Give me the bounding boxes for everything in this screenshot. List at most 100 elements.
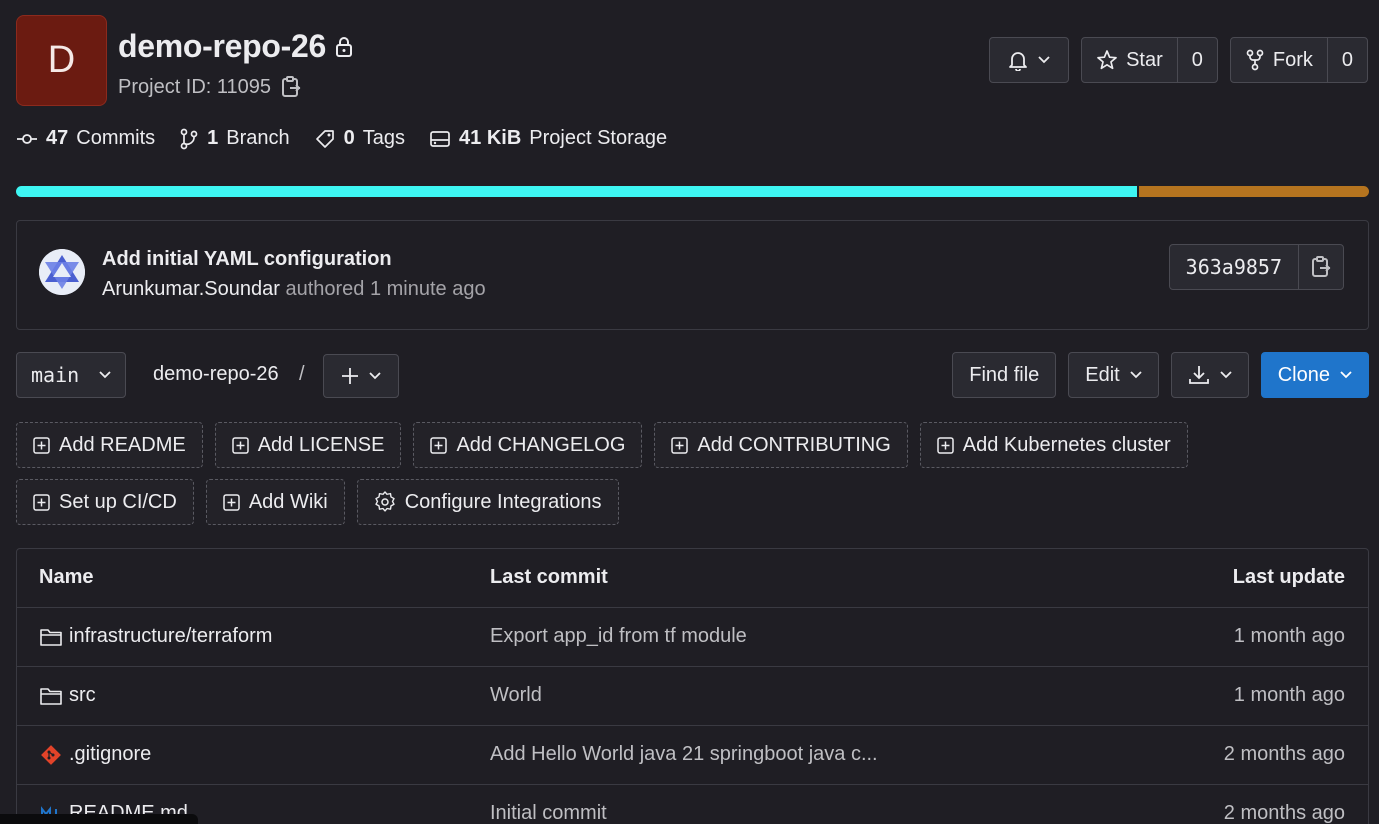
stat-tags-label: Tags: [362, 127, 406, 149]
file-last-commit[interactable]: Export app_id from tf module: [490, 625, 747, 648]
clone-label: Clone: [1277, 363, 1330, 386]
breadcrumb-repo[interactable]: demo-repo-26: [153, 363, 279, 386]
stat-commits[interactable]: 47 Commits: [16, 127, 155, 150]
add-license-button[interactable]: Add LICENSE: [214, 422, 402, 468]
star-label: Star: [1126, 48, 1163, 71]
plus-square-icon: [33, 493, 50, 511]
project-title-row: demo-repo-26: [118, 28, 354, 65]
stat-tags[interactable]: 0 Tags: [314, 127, 405, 150]
file-tree-table: Name Last commit Last update infrastruct…: [16, 548, 1369, 824]
set-up-cicd-button[interactable]: Set up CI/CD: [16, 479, 194, 525]
stat-tags-count: 0: [343, 127, 355, 149]
fork-button-group: Fork 0: [1229, 37, 1368, 83]
star-button[interactable]: Star: [1082, 37, 1177, 83]
copy-sha-button[interactable]: [1298, 244, 1343, 290]
repository-toolbar: main demo-repo-26 / Find file Edit Clone: [16, 352, 1369, 398]
project-avatar-letter: D: [47, 39, 76, 81]
add-changelog-label: Add CHANGELOG: [456, 433, 626, 456]
configure-integrations-label: Configure Integrations: [404, 490, 602, 513]
configure-integrations-button[interactable]: Configure Integrations: [356, 479, 619, 525]
chevron-down-icon: [1130, 371, 1142, 379]
add-license-label: Add LICENSE: [257, 433, 385, 456]
project-stats: 47 Commits 1 Branch 0 Tags 41 KiB Projec…: [16, 127, 667, 150]
find-file-label: Find file: [969, 363, 1040, 386]
fork-count[interactable]: 0: [1326, 37, 1367, 83]
toolbar-right-actions: Find file Edit Clone: [952, 352, 1369, 398]
branch-selector[interactable]: main: [16, 352, 126, 398]
file-name[interactable]: .gitignore: [69, 743, 151, 766]
add-contributing-button[interactable]: Add CONTRIBUTING: [654, 422, 908, 468]
plus-square-icon: [223, 493, 240, 511]
commit-sha[interactable]: 363a9857: [1170, 244, 1298, 290]
tag-icon: [314, 128, 336, 150]
star-button-group: Star 0: [1081, 37, 1218, 83]
file-name-cell[interactable]: infrastructure/terraform: [39, 625, 272, 648]
project-id: Project ID: 11095: [118, 75, 272, 98]
table-row[interactable]: infrastructure/terraform Export app_id f…: [17, 607, 1368, 666]
file-last-commit[interactable]: World: [490, 684, 542, 707]
file-name[interactable]: infrastructure/terraform: [69, 625, 272, 648]
notification-dropdown[interactable]: [989, 37, 1070, 83]
add-readme-button[interactable]: Add README: [16, 422, 203, 468]
download-dropdown[interactable]: [1170, 352, 1249, 398]
file-name-cell[interactable]: src: [39, 684, 96, 707]
column-header-name: Name: [39, 566, 94, 588]
commit-author[interactable]: Arunkumar.Soundar: [102, 278, 280, 300]
branch-name: main: [31, 363, 80, 387]
commit-author-avatar[interactable]: [39, 249, 85, 295]
fork-count-value: 0: [1341, 48, 1353, 71]
table-row[interactable]: README.md Initial commit 2 months ago: [17, 784, 1368, 824]
fork-button[interactable]: Fork: [1231, 37, 1327, 83]
star-icon: [1096, 49, 1118, 71]
clone-dropdown[interactable]: Clone: [1260, 352, 1369, 398]
table-row[interactable]: .gitignore Add Hello World java 21 sprin…: [17, 725, 1368, 784]
language-bar-segment-1[interactable]: [16, 186, 1138, 197]
add-to-tree-dropdown[interactable]: [323, 354, 399, 398]
fork-icon: [1245, 49, 1265, 71]
add-wiki-button[interactable]: Add Wiki: [205, 479, 345, 525]
header-actions: Star 0 Fork 0: [989, 37, 1368, 83]
file-last-commit[interactable]: Initial commit: [490, 802, 607, 824]
edit-dropdown[interactable]: Edit: [1068, 352, 1159, 398]
language-bar-segment-2[interactable]: [1139, 186, 1369, 197]
stat-branches[interactable]: 1 Branch: [179, 127, 290, 150]
add-wiki-label: Add Wiki: [248, 490, 328, 513]
star-count[interactable]: 0: [1176, 37, 1217, 83]
file-tree-header: Name Last commit Last update: [17, 549, 1368, 608]
add-changelog-button[interactable]: Add CHANGELOG: [413, 422, 643, 468]
commit-title[interactable]: Add initial YAML configuration: [102, 248, 392, 271]
commit-time: authored 1 minute ago: [285, 278, 486, 300]
copy-icon: [1311, 255, 1331, 279]
stat-commits-label: Commits: [76, 127, 156, 149]
table-row[interactable]: src World 1 month ago: [17, 666, 1368, 725]
stat-storage-label: Project Storage: [529, 127, 668, 149]
chevron-down-icon: [1340, 371, 1352, 379]
file-last-commit[interactable]: Add Hello World java 21 springboot java …: [490, 743, 878, 766]
chevron-down-icon: [369, 372, 381, 380]
file-name-cell[interactable]: .gitignore: [39, 743, 151, 766]
bell-icon: [1008, 49, 1028, 71]
branch-icon: [179, 128, 199, 150]
file-last-update: 1 month ago: [1233, 684, 1345, 706]
project-id-row: Project ID: 11095: [118, 75, 301, 99]
commit-icon: [16, 128, 38, 150]
download-icon: [1188, 364, 1210, 386]
project-avatar[interactable]: D: [16, 15, 107, 106]
project-quick-actions: Add README Add LICENSE Add CHANGELOG Add…: [16, 422, 1369, 525]
stat-branches-count: 1: [207, 127, 219, 149]
stat-storage[interactable]: 41 KiB Project Storage: [429, 127, 667, 150]
find-file-button[interactable]: Find file: [952, 352, 1057, 398]
edit-label: Edit: [1085, 363, 1120, 386]
project-title: demo-repo-26: [118, 28, 326, 64]
repository-languages-bar: [16, 186, 1369, 197]
add-kubernetes-cluster-label: Add Kubernetes cluster: [962, 433, 1171, 456]
add-kubernetes-cluster-button[interactable]: Add Kubernetes cluster: [919, 422, 1188, 468]
status-tooltip: [0, 814, 198, 824]
file-last-update: 1 month ago: [1233, 625, 1345, 647]
set-up-cicd-label: Set up CI/CD: [59, 490, 177, 513]
stat-branches-label: Branch: [226, 127, 290, 149]
copy-icon[interactable]: [281, 75, 301, 99]
gear-icon: [374, 491, 396, 513]
file-name[interactable]: src: [69, 684, 96, 707]
last-commit-panel: Add initial YAML configuration Arunkumar…: [16, 220, 1369, 330]
